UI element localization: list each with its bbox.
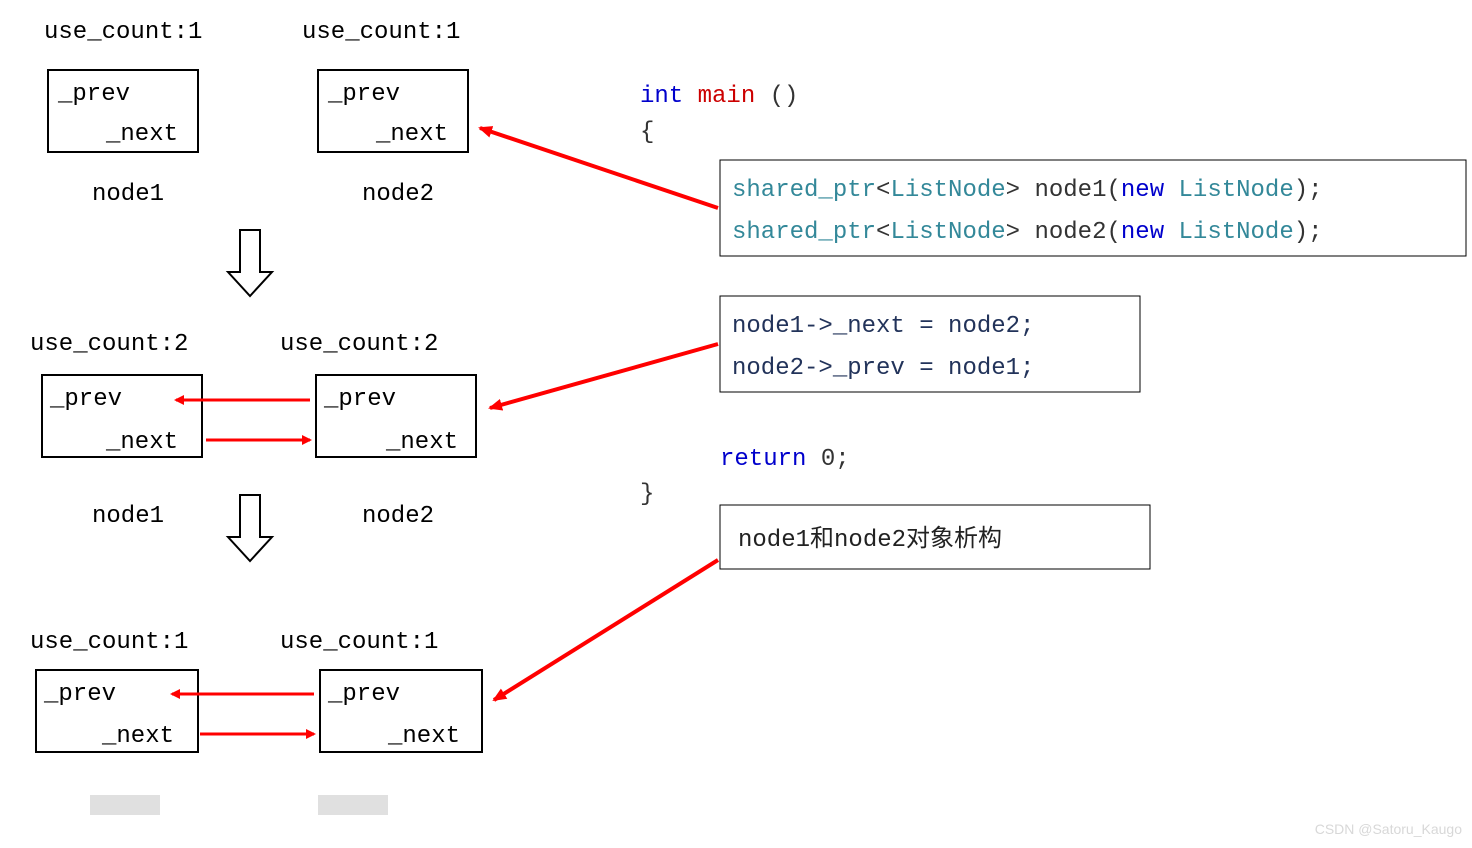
kw-return: return <box>720 446 806 473</box>
node2-prev-s3: _prev <box>327 681 400 708</box>
kw-int: int <box>640 83 683 110</box>
node2-label-s1: node2 <box>362 181 434 208</box>
svg-text:return 0;: return 0; <box>720 446 850 473</box>
new2: new <box>1121 219 1165 246</box>
node2-next-s3: _next <box>387 723 460 750</box>
brace-open: { <box>640 119 654 146</box>
conn-arrow-1 <box>480 128 718 208</box>
stage3: use_count:1 use_count:1 _prev _next _pre… <box>30 629 482 815</box>
ac2: > <box>1006 219 1020 246</box>
node1-next-s1: _next <box>105 121 178 148</box>
n2: node2 <box>1020 219 1106 246</box>
s1: ; <box>1308 177 1322 204</box>
stage2: use_count:2 use_count:2 _prev _next _pre… <box>30 331 476 530</box>
node1-next-s2: _next <box>105 429 178 456</box>
ln2b: ListNode <box>1164 219 1294 246</box>
conn-arrow-2 <box>490 344 718 408</box>
ln1: ListNode <box>890 177 1005 204</box>
code-line3: node1->_next = node2; <box>732 313 1034 340</box>
use-count-3a: use_count:1 <box>30 629 188 656</box>
pc1: ) <box>1294 177 1308 204</box>
ln1b: ListNode <box>1164 177 1294 204</box>
po2: ( <box>1106 219 1120 246</box>
ao2: < <box>876 219 890 246</box>
use-count-1b: use_count:1 <box>302 19 460 46</box>
use-count-1a: use_count:1 <box>44 19 202 46</box>
ao1: < <box>876 177 890 204</box>
use-count-3b: use_count:1 <box>280 629 438 656</box>
s2: ; <box>1308 219 1322 246</box>
destruct-note: node1和node2对象析构 <box>738 525 1002 554</box>
stage1: use_count:1 use_count:1 _prev _next _pre… <box>44 19 468 208</box>
pc2: ) <box>1294 219 1308 246</box>
watermark: CSDN @Satoru_Kaugo <box>1315 821 1462 837</box>
new1: new <box>1121 177 1165 204</box>
node2-label-s2: node2 <box>362 503 434 530</box>
brace-close: } <box>640 481 654 508</box>
shared-ptr-2: shared_ptr <box>732 219 876 246</box>
node1-label-s2: node1 <box>92 503 164 530</box>
po1: ( <box>1106 177 1120 204</box>
shared-ptr-1: shared_ptr <box>732 177 876 204</box>
use-count-2b: use_count:2 <box>280 331 438 358</box>
node1-next-s3: _next <box>101 723 174 750</box>
down-arrow-2 <box>228 495 272 561</box>
use-count-2a: use_count:2 <box>30 331 188 358</box>
ln2: ListNode <box>890 219 1005 246</box>
conn-arrow-3 <box>494 560 718 700</box>
code-panel: int main () { shared_ptr<ListNode> node1… <box>640 83 1466 569</box>
node2-next-s2: _next <box>385 429 458 456</box>
node1-prev-s1: _prev <box>57 81 130 108</box>
node1-label-s1: node1 <box>92 181 164 208</box>
node1-prev-s2: _prev <box>49 386 122 413</box>
node2-prev-s2: _prev <box>323 386 396 413</box>
node1-prev-s3: _prev <box>43 681 116 708</box>
node2-next-s1: _next <box>375 121 448 148</box>
ac1: > <box>1006 177 1020 204</box>
parens: () <box>770 83 799 110</box>
code-line4: node2->_prev = node1; <box>732 355 1034 382</box>
down-arrow-1 <box>228 230 272 296</box>
diagram-svg: use_count:1 use_count:1 _prev _next _pre… <box>0 0 1472 843</box>
svg-text:shared_ptr<ListNode> node1(new: shared_ptr<ListNode> node1(new ListNode)… <box>732 177 1323 204</box>
ret-zero: 0; <box>821 446 850 473</box>
svg-text:shared_ptr<ListNode> node2(new: shared_ptr<ListNode> node2(new ListNode)… <box>732 219 1323 246</box>
n1: node1 <box>1020 177 1106 204</box>
svg-text:int main (: int main () <box>640 83 798 110</box>
fn-main: main <box>698 83 756 110</box>
node2-prev-s1: _prev <box>327 81 400 108</box>
